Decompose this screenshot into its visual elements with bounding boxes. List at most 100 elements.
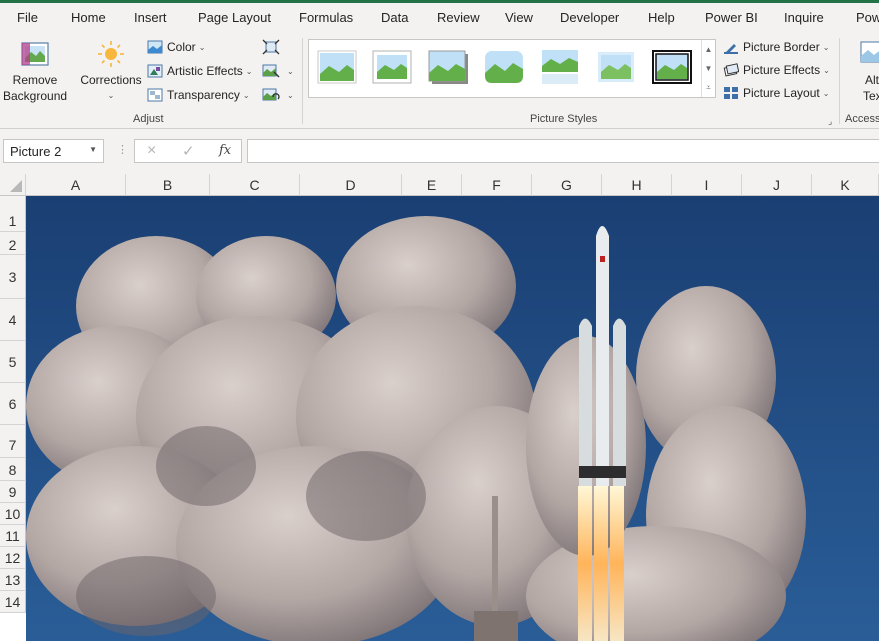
picture-border-button[interactable]: Picture Border ⌄ bbox=[723, 37, 829, 57]
row-header-11[interactable]: 11 bbox=[0, 525, 26, 547]
artistic-effects-button[interactable]: Artistic Effects ⌄ bbox=[147, 61, 253, 81]
tab-file[interactable]: File bbox=[17, 10, 38, 25]
chevron-down-icon: ⌄ bbox=[287, 90, 294, 100]
picture-style-white-frame[interactable] bbox=[372, 50, 412, 84]
color-button[interactable]: Color ⌄ bbox=[147, 37, 205, 57]
picture-layout-icon bbox=[724, 87, 738, 99]
rocket-launch-image bbox=[26, 196, 879, 641]
cancel-icon[interactable]: × bbox=[147, 142, 156, 160]
picture-style-drop-shadow[interactable] bbox=[428, 50, 468, 84]
chevron-down-icon[interactable]: ▼ bbox=[89, 145, 97, 154]
column-header-c[interactable]: C bbox=[210, 174, 300, 196]
row-header-5[interactable]: 5 bbox=[0, 341, 26, 383]
column-header-b[interactable]: B bbox=[126, 174, 210, 196]
more-options-icon[interactable]: ⋮ bbox=[117, 143, 128, 156]
tab-inquire[interactable]: Inquire bbox=[784, 10, 824, 25]
tab-view[interactable]: View bbox=[505, 10, 533, 25]
name-box[interactable]: Picture 2 ▼ bbox=[3, 139, 104, 163]
column-header-d[interactable]: D bbox=[300, 174, 402, 196]
picture-style-rounded[interactable] bbox=[484, 50, 524, 84]
tab-review[interactable]: Review bbox=[437, 10, 480, 25]
tab-home[interactable]: Home bbox=[71, 10, 106, 25]
picture-style-reflected[interactable] bbox=[540, 50, 580, 84]
picture-border-icon bbox=[724, 44, 738, 54]
gallery-more-button[interactable]: ⩡ bbox=[701, 78, 715, 97]
gallery-scroll-up-button[interactable]: ▲ bbox=[701, 40, 715, 59]
chevron-down-icon: ⌄ bbox=[822, 42, 830, 52]
artistic-effects-label: Artistic Effects bbox=[167, 64, 243, 78]
reset-picture-button[interactable]: ⌄ bbox=[262, 85, 294, 105]
chevron-down-icon: ⌄ bbox=[198, 42, 206, 52]
insert-function-icon[interactable]: fx bbox=[219, 143, 231, 158]
corrections-label: Corrections bbox=[80, 73, 142, 87]
formula-buttons: × ✓ fx bbox=[134, 139, 242, 163]
tab-power-pivot[interactable]: Pow bbox=[856, 10, 879, 25]
compress-pictures-button[interactable] bbox=[262, 37, 284, 57]
remove-background-button[interactable]: Remove Background bbox=[3, 40, 67, 104]
select-all-corner[interactable] bbox=[0, 174, 26, 196]
chevron-down-icon: ⌄ bbox=[823, 65, 830, 75]
artistic-effects-icon bbox=[147, 64, 163, 78]
tab-formulas[interactable]: Formulas bbox=[299, 10, 353, 25]
column-header-a[interactable]: A bbox=[26, 174, 126, 196]
formula-bar-row: Picture 2 ▼ ⋮ × ✓ fx bbox=[0, 130, 879, 173]
alt-text-label-2: Tex bbox=[863, 89, 879, 103]
column-header-i[interactable]: I bbox=[672, 174, 742, 196]
row-header-12[interactable]: 12 bbox=[0, 547, 26, 569]
tab-data[interactable]: Data bbox=[381, 10, 408, 25]
enter-icon[interactable]: ✓ bbox=[182, 142, 195, 160]
row-header-9[interactable]: 9 bbox=[0, 481, 26, 503]
column-header-j[interactable]: J bbox=[742, 174, 812, 196]
change-picture-button[interactable]: ⌄ bbox=[262, 61, 294, 81]
column-header-f[interactable]: F bbox=[462, 174, 532, 196]
tab-developer[interactable]: Developer bbox=[560, 10, 619, 25]
row-header-13[interactable]: 13 bbox=[0, 569, 26, 591]
inserted-picture-rocket-launch[interactable] bbox=[26, 196, 879, 641]
picture-style-simple-frame[interactable] bbox=[317, 50, 357, 84]
picture-effects-button[interactable]: Picture Effects ⌄ bbox=[723, 60, 830, 80]
reset-picture-icon bbox=[262, 88, 280, 101]
color-label: Color bbox=[167, 40, 196, 54]
row-header-4[interactable]: 4 bbox=[0, 299, 26, 341]
chevron-down-icon: ⌄ bbox=[107, 91, 115, 100]
alt-text-button[interactable]: Alt Tex bbox=[848, 40, 879, 104]
row-header-3[interactable]: 3 bbox=[0, 255, 26, 299]
formula-input[interactable] bbox=[247, 139, 879, 163]
picture-effects-icon bbox=[723, 63, 739, 77]
gallery-scroll-down-button[interactable]: ▼ bbox=[701, 59, 715, 78]
name-box-value: Picture 2 bbox=[10, 144, 62, 159]
tab-help[interactable]: Help bbox=[648, 10, 675, 25]
tab-power-bi[interactable]: Power BI bbox=[705, 10, 758, 25]
adjust-group-label: Adjust bbox=[133, 113, 164, 125]
sun-icon bbox=[98, 41, 124, 67]
tab-page-layout[interactable]: Page Layout bbox=[198, 10, 271, 25]
row-header-8[interactable]: 8 bbox=[0, 458, 26, 481]
row-header-6[interactable]: 6 bbox=[0, 383, 26, 425]
picture-border-label: Picture Border bbox=[743, 40, 820, 54]
tab-insert[interactable]: Insert bbox=[134, 10, 167, 25]
column-header-e[interactable]: E bbox=[402, 174, 462, 196]
row-header-14[interactable]: 14 bbox=[0, 591, 26, 613]
chevron-down-icon: ⌄ bbox=[822, 88, 830, 98]
row-header-2[interactable]: 2 bbox=[0, 232, 26, 255]
column-header-g[interactable]: G bbox=[532, 174, 602, 196]
picture-style-double-frame-black[interactable] bbox=[652, 50, 692, 84]
picture-styles-dialog-launcher[interactable]: ⌟ bbox=[828, 116, 832, 127]
picture-effects-label: Picture Effects bbox=[743, 63, 821, 77]
worksheet-grid[interactable]: A B C D E F G H I J K 1 2 3 4 5 6 7 8 9 … bbox=[0, 174, 879, 641]
picture-styles-gallery: ▲ ▼ ⩡ bbox=[308, 39, 716, 98]
select-all-icon bbox=[10, 180, 22, 192]
picture-layout-button[interactable]: Picture Layout ⌄ bbox=[723, 83, 829, 103]
transparency-label: Transparency bbox=[167, 88, 240, 102]
column-header-h[interactable]: H bbox=[602, 174, 672, 196]
row-header-1[interactable]: 1 bbox=[0, 196, 26, 232]
chevron-down-icon: ⌄ bbox=[245, 66, 253, 76]
row-header-7[interactable]: 7 bbox=[0, 425, 26, 458]
accessibility-group-label: Accessi bbox=[845, 113, 879, 125]
column-header-k[interactable]: K bbox=[812, 174, 879, 196]
transparency-button[interactable]: Transparency ⌄ bbox=[147, 85, 250, 105]
group-separator bbox=[839, 38, 840, 124]
corrections-button[interactable]: Corrections ⌄ bbox=[78, 40, 144, 104]
picture-style-soft-edge[interactable] bbox=[596, 50, 636, 84]
row-header-10[interactable]: 10 bbox=[0, 503, 26, 525]
